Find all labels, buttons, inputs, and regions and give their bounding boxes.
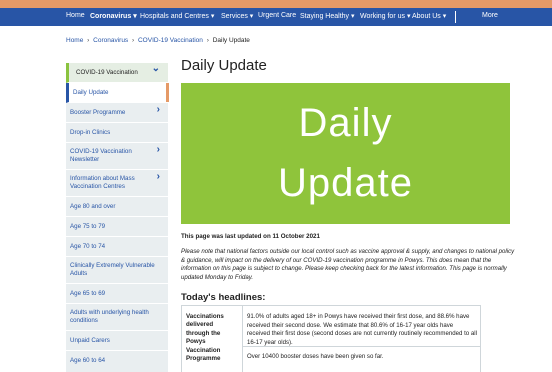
table-row-label: Vaccinations delivered through the Powys…: [186, 313, 224, 363]
daily-update-banner: Daily Update: [181, 83, 510, 224]
sidebar-item-label: Drop-in Clinics: [70, 129, 111, 136]
nav-coronavirus[interactable]: Coronavirus ▾: [90, 12, 137, 20]
headlines-table: Vaccinations delivered through the Powys…: [181, 305, 481, 372]
nav-more[interactable]: More: [482, 12, 498, 19]
nav-about-us[interactable]: About Us ▾: [412, 12, 446, 20]
last-updated-text: This page was last updated on 11 October…: [181, 233, 320, 240]
sidebar-item-age-60[interactable]: Age 60 to 64: [66, 351, 168, 372]
headlines-heading: Today's headlines:: [181, 292, 266, 303]
chevron-down-icon: ▾: [442, 13, 447, 20]
breadcrumb-vaccination[interactable]: COVID-19 Vaccination: [138, 37, 203, 44]
chevron-right-icon[interactable]: ›: [157, 145, 160, 155]
sidebar-item-age-80[interactable]: Age 80 and over: [66, 197, 168, 217]
sidebar-item-covid-vaccination[interactable]: COVID-19 Vaccination ⌄: [66, 63, 168, 83]
chevron-down-icon: ▾: [350, 13, 355, 20]
sidebar-item-label: Age 65 to 69: [70, 290, 106, 297]
sidebar-item-label: Information about Mass Vaccination Centr…: [70, 175, 135, 190]
sidebar-item-label: Unpaid Carers: [70, 337, 110, 344]
nav-coronavirus-label: Coronavirus: [90, 13, 132, 20]
sidebar-item-age-70[interactable]: Age 70 to 74: [66, 237, 168, 257]
sidebar-nav: COVID-19 Vaccination ⌄ Daily Update Boos…: [66, 63, 169, 372]
chevron-down-icon: ▾: [249, 13, 254, 20]
chevron-down-icon[interactable]: ⌄: [152, 64, 160, 74]
sidebar-item-daily-update[interactable]: Daily Update: [66, 83, 169, 103]
breadcrumb: Home › Coronavirus › COVID-19 Vaccinatio…: [66, 37, 250, 44]
nav-divider: [455, 11, 456, 23]
nav-home[interactable]: Home: [66, 12, 85, 19]
sidebar-item-label: Clinically Extremely Vulnerable Adults: [70, 262, 155, 277]
breadcrumb-coronavirus[interactable]: Coronavirus: [93, 37, 128, 44]
table-cell-vaccination-stats: 91.0% of adults aged 18+ in Powys have r…: [247, 313, 477, 346]
nav-urgent-care[interactable]: Urgent Care: [258, 12, 296, 19]
sidebar-item-label: Age 70 to 74: [70, 243, 106, 250]
nav-working-for-us-label: Working for us: [360, 13, 405, 20]
sidebar-item-underlying-conditions[interactable]: Adults with underlying health conditions: [66, 304, 168, 331]
breadcrumb-separator: ›: [87, 37, 90, 44]
sidebar-item-label: Age 75 to 79: [70, 223, 106, 230]
banner-line-2: Update: [278, 161, 413, 205]
nav-services-label: Services: [221, 13, 248, 20]
sidebar-item-label: Age 60 to 64: [70, 357, 106, 364]
chevron-down-icon: ▾: [133, 13, 137, 20]
sidebar-item-age-65[interactable]: Age 65 to 69: [66, 284, 168, 304]
sidebar-item-label: COVID-19 Vaccination: [76, 69, 138, 76]
sidebar-item-newsletter[interactable]: COVID-19 Vaccination Newsletter ›: [66, 143, 168, 170]
chevron-right-icon[interactable]: ›: [157, 172, 160, 182]
breadcrumb-home[interactable]: Home: [66, 37, 83, 44]
banner-line-1: Daily: [298, 101, 393, 145]
table-cell-booster-stats: Over 10400 booster doses have been given…: [247, 353, 384, 360]
table-column-divider: [242, 306, 243, 372]
breadcrumb-separator: ›: [132, 37, 135, 44]
nav-about-us-label: About Us: [412, 13, 441, 20]
sidebar-item-drop-in[interactable]: Drop-in Clinics: [66, 123, 168, 143]
nav-working-for-us[interactable]: Working for us ▾: [360, 12, 410, 20]
sidebar-item-label: Age 80 and over: [70, 203, 116, 210]
chevron-down-icon: ▾: [406, 13, 411, 20]
sidebar-item-label: COVID-19 Vaccination Newsletter: [70, 148, 132, 163]
sidebar-item-cev-adults[interactable]: Clinically Extremely Vulnerable Adults: [66, 257, 168, 284]
sidebar-item-label: Adults with underlying health conditions: [70, 309, 149, 324]
nav-services[interactable]: Services ▾: [221, 12, 253, 20]
sidebar-item-unpaid-carers[interactable]: Unpaid Carers: [66, 331, 168, 351]
disclaimer-note: Please note that national factors outsid…: [181, 248, 515, 281]
nav-hospitals-label: Hospitals and Centres: [140, 13, 209, 20]
sidebar-item-mass-centres[interactable]: Information about Mass Vaccination Centr…: [66, 170, 168, 197]
chevron-down-icon: ▾: [210, 13, 215, 20]
sidebar-item-booster[interactable]: Booster Programme ›: [66, 103, 168, 123]
chevron-right-icon[interactable]: ›: [157, 105, 160, 115]
top-accent-strip: [0, 0, 552, 8]
main-navigation: Home Coronavirus ▾ Hospitals and Centres…: [0, 8, 552, 26]
breadcrumb-current: Daily Update: [212, 37, 250, 44]
nav-staying-healthy-label: Staying Healthy: [300, 13, 350, 20]
sidebar-item-age-75[interactable]: Age 75 to 79: [66, 217, 168, 237]
breadcrumb-separator: ›: [206, 37, 209, 44]
table-row-divider: [243, 346, 481, 347]
active-indicator: [166, 83, 169, 102]
sidebar-item-label: Booster Programme: [70, 109, 126, 116]
sidebar-item-label: Daily Update: [73, 89, 109, 96]
nav-hospitals[interactable]: Hospitals and Centres ▾: [140, 12, 214, 20]
nav-staying-healthy[interactable]: Staying Healthy ▾: [300, 12, 355, 20]
page-title: Daily Update: [181, 57, 267, 74]
